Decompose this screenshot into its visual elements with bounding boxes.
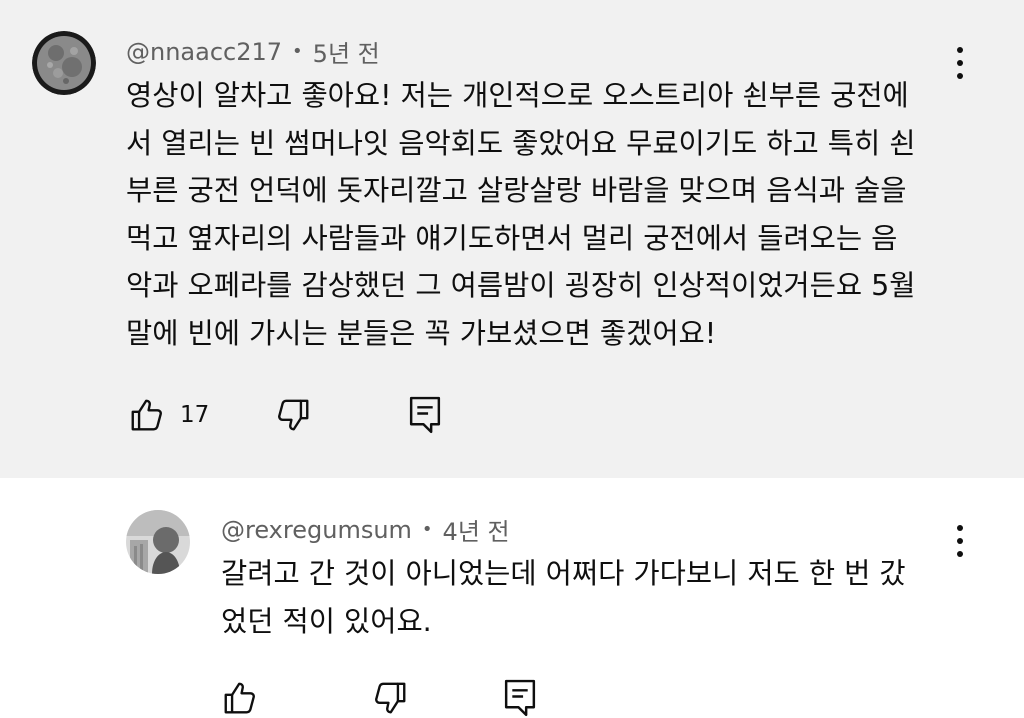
thumbs-down-icon [278, 399, 309, 431]
reply-text-line: 었던 적이 있어요. [221, 604, 432, 638]
comment-text: 영상이 알차고 좋아요! 저는 개인적으로 오스트리아 쇤부른 궁전에 서 열리… [126, 72, 916, 357]
reply-author[interactable]: @rexregumsum [221, 516, 412, 544]
comment-thread-reply: @rexregumsum • 4년 전 갈려고 간 것이 아니었는데 어쩌다 가… [0, 478, 1024, 717]
comment-time[interactable]: 5년 전 [313, 34, 380, 69]
reply-text-line: 갈려고 간 것이 아니었는데 어쩌다 가다보니 저도 한 번 갔 [221, 557, 906, 590]
more-vertical-icon [957, 47, 963, 53]
profile-photo-avatar-image [126, 510, 190, 574]
more-vertical-icon-dot [957, 60, 963, 66]
comment-thread-main: @nnaacc217 • 5년 전 영상이 알차고 좋아요! 저는 개인적으로 … [0, 0, 1024, 478]
reply-button[interactable] [503, 678, 537, 718]
dislike-button[interactable] [371, 678, 409, 718]
comment-text-line: 서 열리는 빈 썸머나잇 음악회도 좋았어요 무료이기도 하고 특히 쇤 [126, 126, 916, 160]
thumbs-down-icon [375, 682, 406, 714]
reply-button[interactable] [408, 395, 442, 435]
comment-text-line: 부른 궁전 언덕에 돗자리깔고 살랑살랑 바람을 맞으며 음식과 술을 [126, 174, 907, 207]
comment-text-line: 말에 빈에 가시는 분들은 꼭 가보셨으면 좋겠어요! [126, 316, 717, 350]
like-button[interactable]: 17 [128, 395, 209, 435]
thumbs-up-icon [224, 682, 255, 714]
thumbs-up-icon [131, 399, 162, 431]
reply-text: 갈려고 간 것이 아니었는데 어쩌다 가다보니 저도 한 번 갔 었던 적이 있… [221, 550, 906, 645]
reply-time[interactable]: 4년 전 [443, 512, 510, 547]
more-vertical-icon-dot [957, 538, 963, 544]
comment-icon [409, 396, 441, 434]
moon-avatar-image [32, 31, 96, 95]
more-vertical-icon [957, 525, 963, 531]
meta-separator: • [421, 519, 433, 540]
comment-menu-button[interactable] [940, 33, 980, 93]
dislike-button[interactable] [274, 395, 312, 435]
avatar[interactable] [32, 31, 96, 95]
reply-meta: @rexregumsum • 4년 전 [221, 512, 510, 547]
comment-icon [504, 679, 536, 717]
avatar[interactable] [126, 510, 190, 574]
comment-text-line: 악과 오페라를 감상했던 그 여름밤이 굉장히 인상적이었거든요 5월 [126, 269, 916, 302]
more-vertical-icon-dot [957, 73, 963, 79]
comment-author[interactable]: @nnaacc217 [126, 38, 282, 66]
like-button[interactable] [221, 678, 259, 718]
comment-meta: @nnaacc217 • 5년 전 [126, 34, 380, 69]
like-count: 17 [180, 402, 210, 428]
meta-separator: • [292, 41, 303, 62]
reply-menu-button[interactable] [940, 511, 980, 571]
comment-text-line: 먹고 옆자리의 사람들과 얘기도하면서 멀리 궁전에서 들려오는 음 [126, 221, 898, 255]
more-vertical-icon-dot [957, 551, 963, 557]
comment-text-line: 영상이 알차고 좋아요! 저는 개인적으로 오스트리아 쇤부른 궁전에 [126, 79, 909, 112]
